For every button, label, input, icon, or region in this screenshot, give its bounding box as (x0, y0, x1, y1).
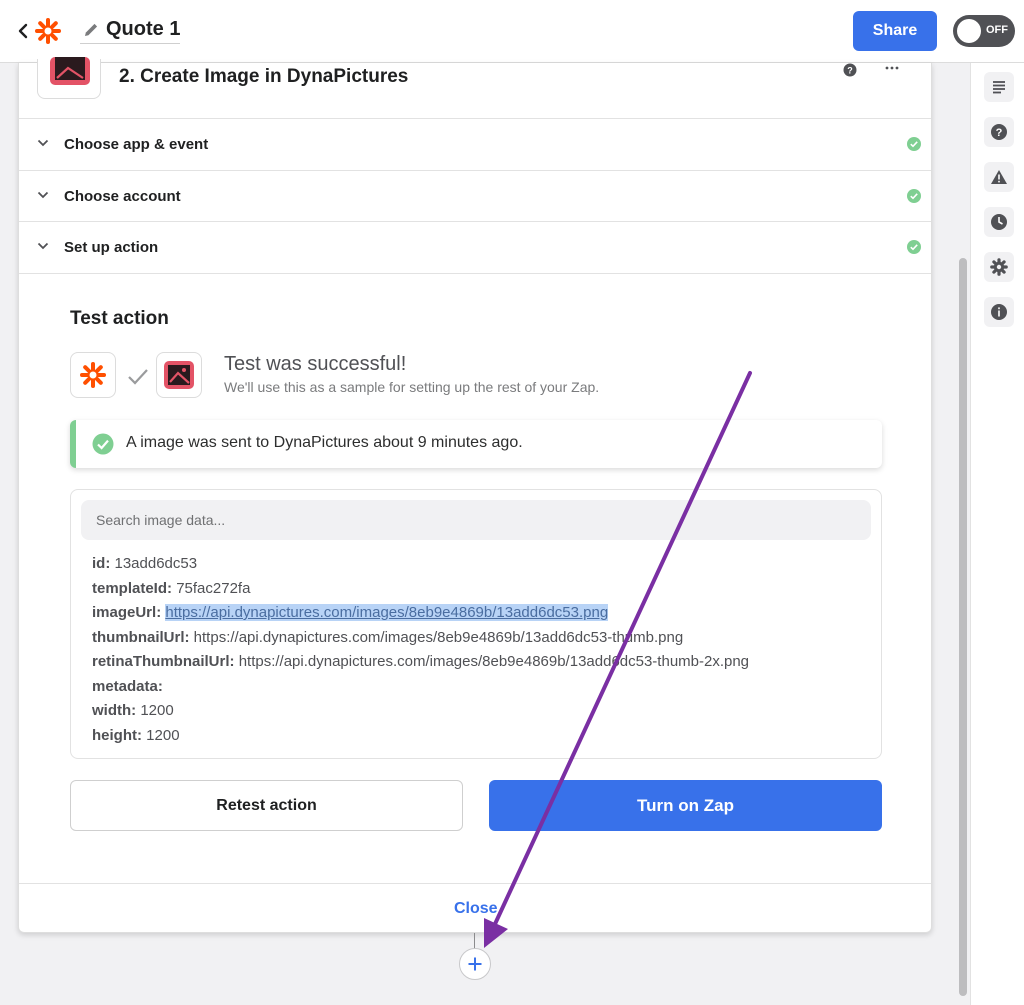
scrollbar-thumb[interactable] (959, 258, 967, 996)
section-set-up-action[interactable]: Set up action (19, 221, 931, 273)
field-value[interactable]: https://api.dynapictures.com/images/8eb9… (239, 653, 749, 670)
field-key: imageUrl: (92, 604, 162, 621)
toggle-label: OFF (986, 24, 1008, 36)
success-subtitle: We'll use this as a sample for setting u… (224, 379, 600, 395)
checkmark-icon (128, 369, 148, 385)
dynapictures-app-badge (156, 352, 202, 398)
success-title: Test was successful! (224, 353, 407, 375)
field-key: height: (92, 727, 142, 744)
field-value[interactable]: 75fac272fa (176, 580, 250, 597)
turn-on-zap-button[interactable]: Turn on Zap (489, 780, 882, 831)
gear-icon (990, 258, 1008, 276)
section-label: Choose account (64, 188, 181, 205)
svg-text:?: ? (847, 66, 853, 76)
history-button[interactable] (984, 207, 1014, 237)
zap-title[interactable]: Quote 1 (106, 18, 180, 41)
field-key: width: (92, 702, 137, 719)
field-key: retinaThumbnailUrl: (92, 653, 235, 670)
check-circle-icon (907, 189, 921, 203)
search-image-data-input[interactable] (81, 500, 871, 540)
step-help-icon[interactable]: ? (843, 63, 857, 77)
notes-icon (993, 81, 1005, 94)
check-circle-icon (92, 433, 114, 455)
zap-on-off-toggle[interactable]: OFF (953, 15, 1015, 47)
info-button[interactable] (984, 297, 1014, 327)
data-row-metadata: metadata: (92, 678, 163, 695)
image-data-box: id: 13add6dc53 templateId: 75fac272fa im… (70, 489, 882, 759)
more-icon[interactable] (885, 65, 899, 71)
chevron-down-icon (37, 191, 49, 199)
clock-icon (991, 214, 1007, 230)
test-action-title: Test action (70, 308, 169, 329)
toggle-knob (957, 19, 981, 43)
section-choose-account[interactable]: Choose account (19, 170, 931, 222)
right-rail: ? (970, 63, 1024, 1005)
help-icon: ? (991, 124, 1007, 140)
data-row-width: width: 1200 (92, 702, 174, 719)
step-card: 2. Create Image in DynaPictures ? Choose… (18, 57, 932, 933)
chevron-down-icon (37, 139, 49, 147)
data-row-thumbnailurl: thumbnailUrl: https://api.dynapictures.c… (92, 629, 683, 646)
step-connector-line (474, 933, 475, 949)
top-bar: Quote 1 Share OFF (0, 0, 1024, 63)
back-icon[interactable] (16, 20, 30, 42)
field-key: templateId: (92, 580, 173, 597)
plus-icon (468, 957, 482, 971)
notes-button[interactable] (984, 72, 1014, 102)
field-value[interactable]: 1200 (146, 727, 179, 744)
data-row-imageurl: imageUrl: https://api.dynapictures.com/i… (92, 604, 609, 621)
chevron-down-icon (37, 242, 49, 250)
zapier-logo-icon[interactable] (34, 17, 62, 45)
field-key: id: (92, 555, 111, 572)
step-title: 2. Create Image in DynaPictures (119, 66, 409, 87)
test-action-panel: Test action Test was successful! We'll u… (19, 273, 931, 883)
warning-icon (991, 170, 1007, 184)
info-icon (991, 304, 1007, 320)
zapier-app-badge (70, 352, 116, 398)
retest-action-button[interactable]: Retest action (70, 780, 463, 831)
field-value[interactable]: https://api.dynapictures.com/images/8eb9… (194, 629, 684, 646)
dynapictures-image-icon (164, 361, 194, 389)
alert-text: A image was sent to DynaPictures about 9… (126, 434, 523, 451)
close-link[interactable]: Close (454, 900, 498, 918)
settings-button[interactable] (984, 252, 1014, 282)
step-app-icon (37, 57, 101, 99)
share-button[interactable]: Share (853, 11, 937, 51)
field-key: thumbnailUrl: (92, 629, 190, 646)
pencil-icon[interactable] (82, 21, 100, 39)
section-label: Set up action (64, 239, 159, 256)
alerts-button[interactable] (984, 162, 1014, 192)
data-row-height: height: 1200 (92, 727, 180, 744)
field-value[interactable]: 13add6dc53 (115, 555, 198, 572)
svg-text:?: ? (996, 127, 1003, 139)
title-underline (80, 43, 180, 44)
help-button[interactable]: ? (984, 117, 1014, 147)
success-alert: A image was sent to DynaPictures about 9… (70, 420, 882, 468)
check-circle-icon (907, 137, 921, 151)
field-value-selected[interactable]: https://api.dynapictures.com/images/8eb9… (165, 604, 609, 621)
section-choose-app-event[interactable]: Choose app & event (19, 118, 931, 170)
section-label: Choose app & event (64, 136, 209, 153)
data-row-retinathumbnailurl: retinaThumbnailUrl: https://api.dynapict… (92, 653, 749, 670)
zapier-logo-icon (80, 362, 106, 388)
card-footer: Close (19, 883, 931, 932)
data-row-id: id: 13add6dc53 (92, 555, 197, 572)
add-step-button[interactable] (459, 948, 491, 980)
check-circle-icon (907, 240, 921, 254)
field-key: metadata: (92, 678, 163, 695)
dynapictures-image-icon (50, 57, 90, 85)
field-value[interactable]: 1200 (140, 702, 173, 719)
data-row-templateid: templateId: 75fac272fa (92, 580, 250, 597)
